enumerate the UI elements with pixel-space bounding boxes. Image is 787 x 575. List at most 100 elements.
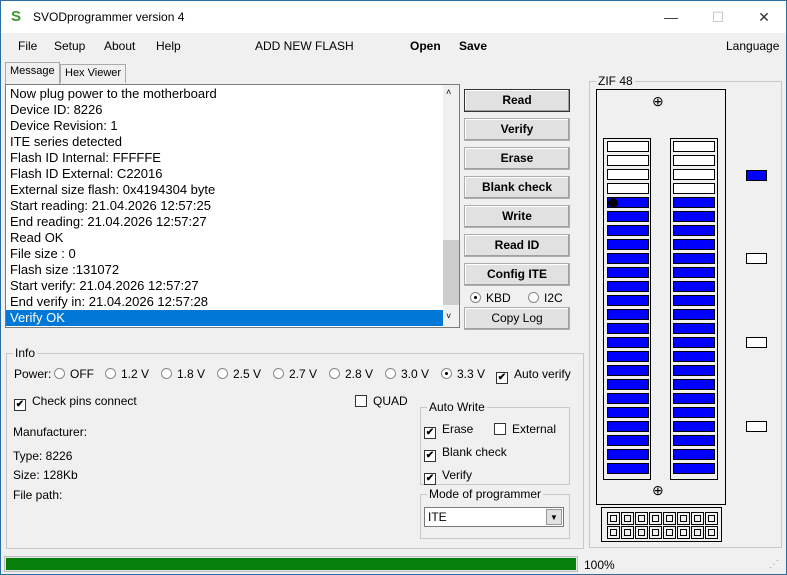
- info-legend: Info: [13, 346, 38, 360]
- message-log[interactable]: Now plug power to the motherboard Device …: [5, 84, 460, 328]
- zif-pin: [673, 155, 715, 166]
- screw-top-icon: ⊕: [652, 93, 664, 109]
- power-radio-28V[interactable]: 2.8 V: [329, 367, 373, 381]
- i2c-radio[interactable]: I2C: [528, 291, 563, 305]
- power-radio-12V[interactable]: 1.2 V: [105, 367, 149, 381]
- menu-file[interactable]: File: [18, 39, 37, 53]
- log-line[interactable]: File size : 0: [10, 246, 76, 262]
- zif-pin: [607, 463, 649, 474]
- verify-button[interactable]: Verify: [464, 118, 570, 141]
- log-line[interactable]: Verify OK: [6, 310, 443, 326]
- zif-pin: [673, 309, 715, 320]
- zif-pin: [607, 421, 649, 432]
- power-radio-33V[interactable]: 3.3 V: [441, 367, 485, 381]
- tab-hex-viewer[interactable]: Hex Viewer: [60, 64, 127, 83]
- log-line[interactable]: Flash size :131072: [10, 262, 119, 278]
- erase-button[interactable]: Erase: [464, 147, 570, 170]
- auto-write-blank-check-checkbox[interactable]: ✔ Blank check: [424, 445, 507, 462]
- menu-add-new-flash[interactable]: ADD NEW FLASH: [255, 39, 354, 53]
- adapter-connector: [601, 507, 722, 542]
- resize-grip-icon[interactable]: ⋰: [769, 559, 779, 570]
- radio-icon: [217, 368, 228, 379]
- zif-pin: [673, 323, 715, 334]
- minimize-button[interactable]: —: [656, 5, 686, 29]
- log-line[interactable]: Device Revision: 1: [10, 118, 118, 134]
- auto-write-erase-checkbox[interactable]: ✔ Erase: [424, 422, 473, 439]
- auto-verify-checkbox[interactable]: ✔ Auto verify: [496, 367, 571, 384]
- zif-pin: [673, 351, 715, 362]
- copy-log-button[interactable]: Copy Log: [464, 307, 570, 330]
- radio-icon: [470, 292, 481, 303]
- zif-pin: [607, 225, 649, 236]
- read-button[interactable]: Read: [464, 89, 570, 112]
- log-line[interactable]: Flash ID External: C22016: [10, 166, 162, 182]
- menu-language[interactable]: Language: [726, 39, 779, 53]
- menu-about[interactable]: About: [104, 39, 135, 53]
- menu-setup[interactable]: Setup: [54, 39, 85, 53]
- zif-pin: [607, 295, 649, 306]
- tab-message[interactable]: Message: [5, 62, 60, 84]
- mode-select[interactable]: ITE ▼: [424, 507, 564, 527]
- zif-pin: [607, 239, 649, 250]
- zif-pin: [673, 253, 715, 264]
- config-ite-button[interactable]: Config ITE: [464, 263, 570, 286]
- zif-indicator: [746, 253, 767, 264]
- zif-pin: [607, 267, 649, 278]
- zif-pin: [607, 155, 649, 166]
- power-radio-30V[interactable]: 3.0 V: [385, 367, 429, 381]
- log-line[interactable]: Flash ID Internal: FFFFFE: [10, 150, 161, 166]
- menu-help[interactable]: Help: [156, 39, 181, 53]
- maximize-button[interactable]: ☐: [703, 5, 733, 29]
- power-label: Power:: [14, 367, 52, 381]
- close-button[interactable]: ✕: [749, 5, 779, 29]
- connector-pin: [691, 512, 704, 525]
- power-radio-OFF[interactable]: OFF: [54, 367, 94, 381]
- screw-bottom-icon: ⊕: [652, 482, 664, 498]
- menu-save[interactable]: Save: [459, 39, 487, 53]
- connector-pin: [635, 512, 648, 525]
- log-scrollbar[interactable]: ˄ ˅: [443, 85, 459, 327]
- quad-checkbox[interactable]: QUAD: [355, 394, 408, 408]
- zif-indicator: [746, 421, 767, 432]
- chevron-down-icon[interactable]: ▼: [546, 509, 562, 525]
- kbd-radio[interactable]: KBD: [470, 291, 511, 305]
- zif-pin: [607, 183, 649, 194]
- read-id-button[interactable]: Read ID: [464, 234, 570, 257]
- log-line[interactable]: Now plug power to the motherboard: [10, 86, 217, 102]
- power-radio-18V[interactable]: 1.8 V: [161, 367, 205, 381]
- log-line[interactable]: Read OK: [10, 230, 63, 246]
- zif-pin: [607, 141, 649, 152]
- connector-pin: [635, 526, 648, 539]
- log-line[interactable]: Start verify: 21.04.2026 12:57:27: [10, 278, 199, 294]
- zif-pin: [673, 141, 715, 152]
- check-pins-checkbox[interactable]: ✔ Check pins connect: [14, 394, 137, 411]
- log-line[interactable]: Start reading: 21.04.2026 12:57:25: [10, 198, 211, 214]
- connector-pin: [649, 512, 662, 525]
- log-line[interactable]: External size flash: 0x4194304 byte: [10, 182, 215, 198]
- type-label: Type: 8226: [13, 449, 73, 463]
- connector-pin: [677, 526, 690, 539]
- power-radio-25V[interactable]: 2.5 V: [217, 367, 261, 381]
- radio-icon: [441, 368, 452, 379]
- zif-pin: [607, 281, 649, 292]
- window-title: SVODprogrammer version 4: [33, 10, 185, 24]
- zif-pin: [607, 323, 649, 334]
- power-radio-27V[interactable]: 2.7 V: [273, 367, 317, 381]
- write-button[interactable]: Write: [464, 205, 570, 228]
- scroll-up-icon[interactable]: ˄: [446, 87, 451, 97]
- zif-pin: [607, 309, 649, 320]
- log-line[interactable]: End verify in: 21.04.2026 12:57:28: [10, 294, 208, 310]
- auto-write-verify-checkbox[interactable]: ✔ Verify: [424, 468, 472, 485]
- menu-open[interactable]: Open: [410, 39, 441, 53]
- blank-check-button[interactable]: Blank check: [464, 176, 570, 199]
- auto-write-external-checkbox[interactable]: External: [494, 422, 556, 436]
- log-line[interactable]: ITE series detected: [10, 134, 122, 150]
- zif-pin: [673, 169, 715, 180]
- log-line[interactable]: Device ID: 8226: [10, 102, 103, 118]
- zif-pin: [607, 449, 649, 460]
- scroll-down-icon[interactable]: ˅: [446, 311, 451, 321]
- log-line[interactable]: End reading: 21.04.2026 12:57:27: [10, 214, 207, 230]
- app-logo-icon: S: [11, 8, 22, 25]
- zif-pin: [607, 211, 649, 222]
- scroll-thumb[interactable]: [443, 240, 459, 305]
